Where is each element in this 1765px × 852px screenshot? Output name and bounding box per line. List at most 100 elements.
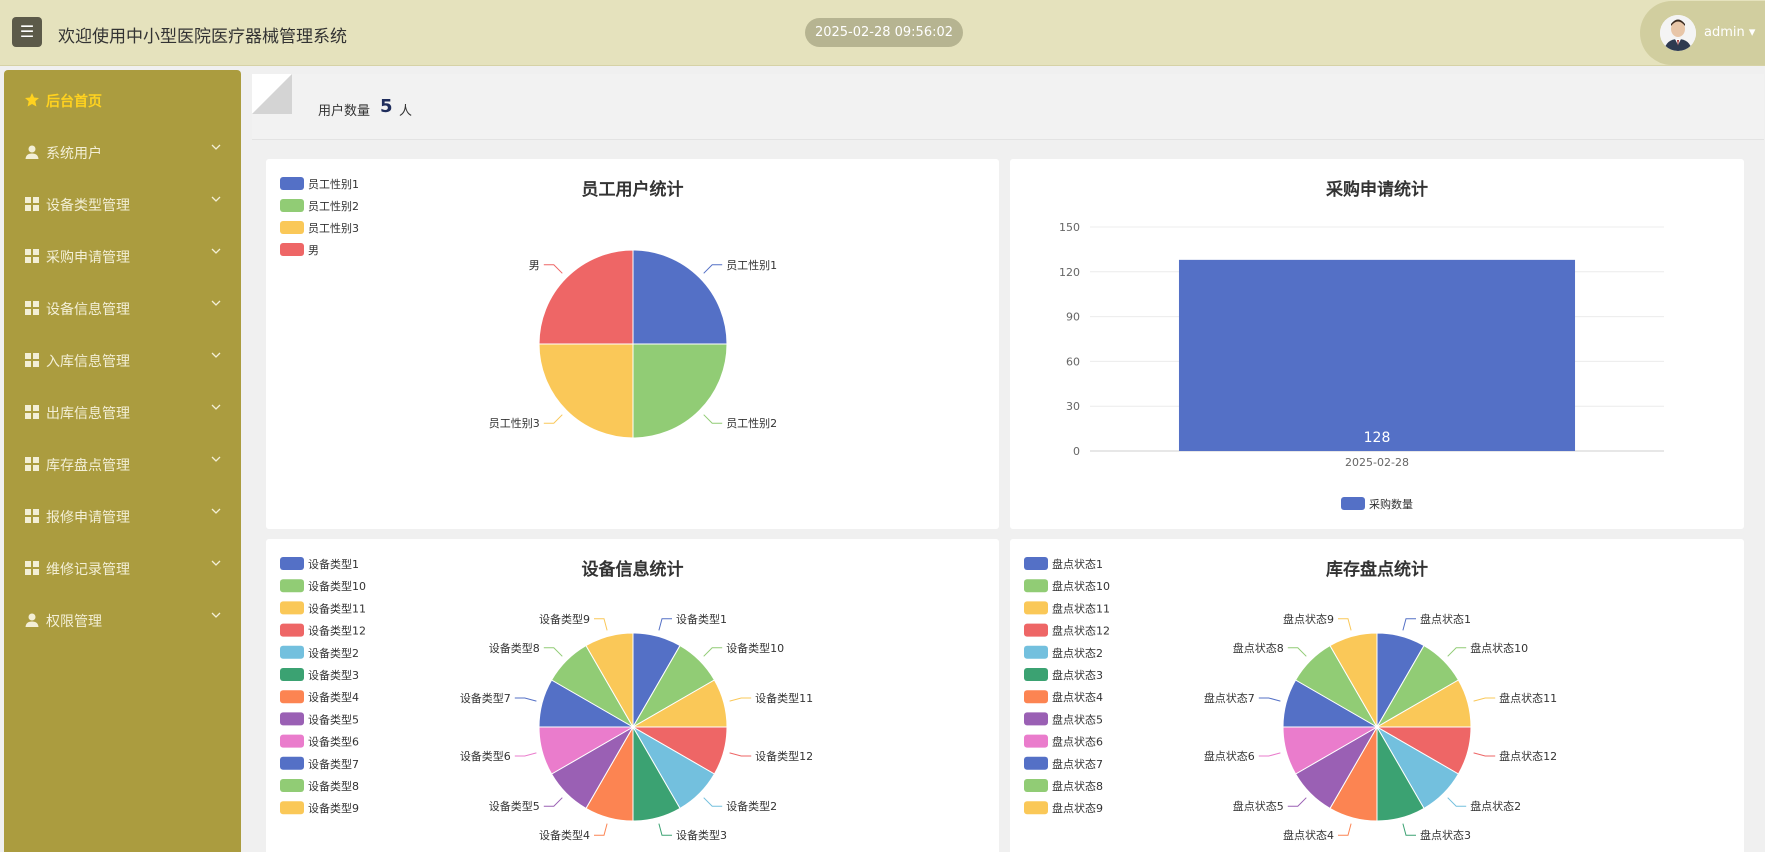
bar[interactable] — [1178, 259, 1576, 451]
slice-label: 设备类型3 — [676, 828, 727, 842]
legend-label[interactable]: 设备类型8 — [308, 779, 359, 793]
pie-slice[interactable] — [632, 249, 728, 345]
legend-label[interactable]: 设备类型12 — [308, 624, 366, 638]
legend-label[interactable]: 盘点状态4 — [1052, 690, 1103, 704]
legend-label[interactable]: 盘点状态11 — [1052, 601, 1110, 615]
sidebar-item-1[interactable]: 后台首页 — [4, 78, 241, 122]
legend-label[interactable]: 盘点状态9 — [1052, 801, 1103, 815]
legend-label[interactable]: 设备类型7 — [308, 757, 359, 771]
sidebar-item-7[interactable]: 出库信息管理 — [4, 390, 241, 434]
legend-label[interactable]: 采购数量 — [1369, 497, 1413, 511]
label-leader-line — [543, 797, 563, 807]
sidebar-item-10[interactable]: 维修记录管理 — [4, 546, 241, 590]
label-leader-line — [1338, 823, 1352, 836]
pie-slice[interactable] — [538, 343, 634, 439]
slice-label: 设备类型1 — [676, 612, 727, 626]
legend-label[interactable]: 盘点状态3 — [1052, 668, 1103, 682]
sidebar-item-label: 采购申请管理 — [46, 250, 130, 266]
legend-swatch[interactable] — [1024, 579, 1048, 593]
label-leader-line — [703, 264, 723, 274]
legend-label[interactable]: 设备类型6 — [308, 735, 359, 749]
legend-swatch[interactable] — [1024, 623, 1048, 637]
user-menu[interactable]: admin ▾ — [1640, 1, 1765, 65]
legend-label[interactable]: 设备类型1 — [308, 557, 359, 571]
sidebar-item-3[interactable]: 设备类型管理 — [4, 182, 241, 226]
legend-label[interactable]: 盘点状态7 — [1052, 757, 1103, 771]
legend-swatch[interactable] — [280, 623, 304, 637]
legend-label[interactable]: 员工性别3 — [308, 221, 359, 235]
legend-swatch[interactable] — [280, 199, 304, 212]
legend-swatch[interactable] — [280, 645, 304, 659]
username-label[interactable]: admin ▾ — [1704, 25, 1755, 40]
legend-swatch[interactable] — [280, 579, 304, 593]
legend-label[interactable]: 男 — [308, 244, 319, 257]
legend-label[interactable]: 员工性别2 — [308, 199, 359, 213]
legend-swatch[interactable] — [1024, 734, 1048, 748]
label-leader-line — [1447, 797, 1467, 807]
slice-label: 设备类型8 — [489, 641, 540, 655]
legend-label[interactable]: 设备类型5 — [308, 712, 359, 726]
chevron-down-icon — [211, 456, 221, 462]
sidebar-item-6[interactable]: 入库信息管理 — [4, 338, 241, 382]
slice-label: 盘点状态10 — [1470, 641, 1528, 655]
legend-swatch[interactable] — [1024, 690, 1048, 704]
menu-toggle-button[interactable]: ☰ — [12, 17, 42, 47]
legend-swatch[interactable] — [1024, 668, 1048, 681]
legend-swatch[interactable] — [280, 756, 304, 770]
legend-swatch[interactable] — [280, 243, 304, 256]
legend-label[interactable]: 设备类型9 — [308, 801, 359, 815]
legend-swatch[interactable] — [1024, 779, 1048, 792]
legend-label[interactable]: 设备类型4 — [308, 690, 359, 704]
legend-swatch[interactable] — [280, 601, 304, 615]
legend-swatch[interactable] — [280, 668, 304, 681]
slice-label: 设备类型6 — [460, 749, 511, 763]
legend-label[interactable]: 盘点状态6 — [1052, 735, 1103, 749]
legend-label[interactable]: 盘点状态10 — [1052, 579, 1110, 593]
legend-swatch[interactable] — [280, 177, 304, 190]
sidebar-item-4[interactable]: 采购申请管理 — [4, 234, 241, 278]
legend-label[interactable]: 设备类型2 — [308, 646, 359, 660]
chevron-down-icon — [211, 612, 221, 618]
legend-swatch[interactable] — [1024, 756, 1048, 770]
legend-label[interactable]: 盘点状态5 — [1052, 712, 1103, 726]
legend-swatch[interactable] — [280, 779, 304, 792]
legend-swatch[interactable] — [280, 221, 304, 234]
legend-label[interactable]: 设备类型11 — [308, 601, 366, 615]
legend-swatch[interactable] — [1341, 497, 1365, 510]
label-leader-line — [1258, 752, 1281, 757]
sidebar-item-label: 维修记录管理 — [46, 562, 130, 578]
grid-icon — [25, 509, 39, 523]
legend-label[interactable]: 盘点状态1 — [1052, 557, 1103, 571]
pie-slice[interactable] — [538, 249, 634, 345]
y-tick-label: 120 — [1059, 266, 1080, 279]
pie-slice[interactable] — [632, 343, 728, 439]
bar-chart: 0 30 60 90 120 150 128 2025-02-28 采购数量 — [1059, 221, 1664, 511]
chevron-down-icon — [211, 508, 221, 514]
legend-swatch[interactable] — [280, 801, 304, 815]
legend-label[interactable]: 员工性别1 — [308, 177, 359, 191]
avatar[interactable] — [1660, 15, 1696, 51]
legend-label[interactable]: 盘点状态12 — [1052, 624, 1110, 638]
legend-label[interactable]: 设备类型3 — [308, 668, 359, 682]
legend-label[interactable]: 盘点状态8 — [1052, 779, 1103, 793]
legend-swatch[interactable] — [280, 690, 304, 704]
y-tick-label: 150 — [1059, 221, 1080, 234]
legend-label[interactable]: 盘点状态2 — [1052, 646, 1103, 660]
legend-swatch[interactable] — [1024, 601, 1048, 615]
legend-swatch[interactable] — [1024, 645, 1048, 659]
sidebar-item-5[interactable]: 设备信息管理 — [4, 286, 241, 330]
legend-swatch[interactable] — [280, 734, 304, 748]
slice-label: 设备类型7 — [460, 691, 511, 705]
sidebar-item-9[interactable]: 报修申请管理 — [4, 494, 241, 538]
legend-swatch[interactable] — [280, 557, 304, 570]
legend-label[interactable]: 设备类型10 — [308, 579, 366, 593]
legend-swatch[interactable] — [1024, 557, 1048, 570]
sidebar-item-2[interactable]: 系统用户 — [4, 130, 241, 174]
legend-swatch[interactable] — [280, 712, 304, 726]
label-leader-line — [1402, 823, 1416, 836]
sidebar-item-11[interactable]: 权限管理 — [4, 598, 241, 642]
sidebar-item-8[interactable]: 库存盘点管理 — [4, 442, 241, 486]
legend-swatch[interactable] — [1024, 712, 1048, 726]
slice-label: 盘点状态1 — [1420, 612, 1471, 626]
legend-swatch[interactable] — [1024, 801, 1048, 815]
